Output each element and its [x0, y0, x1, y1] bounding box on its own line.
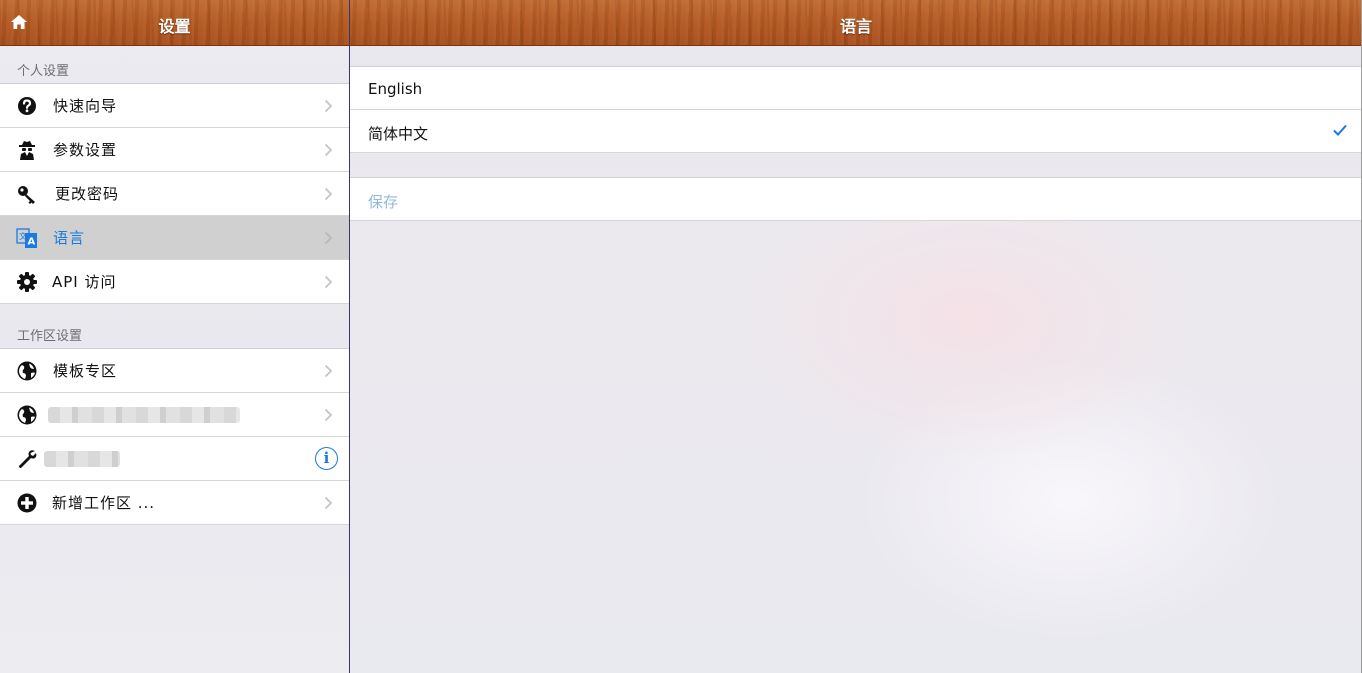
chevron-right-icon	[324, 496, 333, 510]
language-option-simplified-chinese[interactable]: 简体中文	[350, 110, 1361, 153]
chevron-right-icon	[324, 231, 333, 245]
section-header-personal: 个人设置	[17, 64, 70, 79]
redacted-workspace-name	[48, 407, 240, 423]
sidebar-item-api-access[interactable]: API 访问	[0, 260, 349, 304]
save-button[interactable]: 保存	[350, 178, 1361, 221]
language-option-english[interactable]: English	[350, 67, 1361, 110]
chevron-right-icon	[324, 275, 333, 289]
sidebar-header: 设置	[0, 0, 349, 46]
main-title: 语言	[839, 17, 872, 36]
sidebar-item-label: API 访问	[52, 273, 117, 291]
wrench-icon	[19, 450, 37, 468]
chevron-right-icon	[324, 143, 333, 157]
translate-icon: 文 A	[16, 228, 37, 248]
sidebar-item-label: 语言	[53, 229, 86, 247]
main-header: 语言	[350, 0, 1362, 46]
sidebar-title: 设置	[158, 17, 191, 36]
info-icon[interactable]: i	[315, 447, 338, 470]
chevron-right-icon	[324, 364, 333, 378]
gear-icon	[17, 272, 37, 292]
language-pane: 语言 English 简体中文 保存	[350, 0, 1362, 673]
plus-circle-icon	[17, 493, 37, 513]
save-label: 保存	[368, 193, 399, 211]
checkmark-icon	[1333, 124, 1347, 136]
chevron-right-icon	[324, 187, 333, 201]
save-group: 保存	[350, 177, 1361, 221]
sidebar-item-language[interactable]: 文 A 语言	[0, 216, 349, 260]
sidebar-item-label: 快速向导	[53, 97, 118, 115]
language-options-group: English 简体中文	[350, 66, 1361, 153]
chevron-right-icon	[324, 408, 333, 422]
sidebar-item-workspace[interactable]	[0, 393, 349, 437]
sidebar-item-label: 参数设置	[53, 141, 118, 159]
sidebar-item-workspace-tools[interactable]: i	[0, 437, 349, 481]
section-header-workspace: 工作区设置	[17, 329, 83, 344]
sidebar-item-label: 模板专区	[53, 362, 118, 380]
settings-sidebar: 设置 个人设置 快速向导 参数设置 更改密码 文 A 语言 API 访问 工作区…	[0, 0, 349, 673]
sidebar-item-preferences[interactable]: 参数设置	[0, 128, 349, 172]
sidebar-item-templates[interactable]: 模板专区	[0, 349, 349, 393]
key-icon	[18, 186, 35, 204]
globe-icon	[17, 405, 37, 425]
question-circle-icon	[18, 97, 36, 115]
sidebar-item-change-password[interactable]: 更改密码	[0, 172, 349, 216]
sidebar-item-label: 更改密码	[55, 185, 120, 203]
svg-text:A: A	[28, 237, 36, 248]
globe-icon	[17, 361, 37, 381]
sidebar-item-label: 新增工作区 ...	[52, 494, 156, 512]
workspace-settings-group: 模板专区 i 新增工作区 ...	[0, 348, 349, 525]
chevron-right-icon	[324, 99, 333, 113]
sidebar-item-quick-guide[interactable]: 快速向导	[0, 84, 349, 128]
redacted-tool-name	[44, 451, 120, 467]
spy-icon	[19, 141, 35, 160]
personal-settings-group: 快速向导 参数设置 更改密码 文 A 语言 API 访问	[0, 83, 349, 304]
language-option-label: English	[368, 80, 423, 98]
language-option-label: 简体中文	[368, 125, 429, 143]
sidebar-item-add-workspace[interactable]: 新增工作区 ...	[0, 481, 349, 525]
